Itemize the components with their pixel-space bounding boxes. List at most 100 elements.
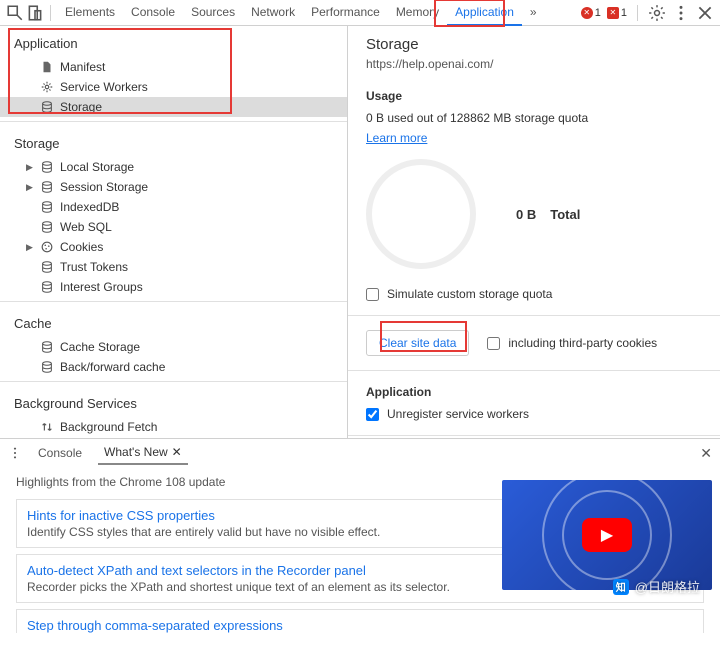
simulate-quota-checkbox[interactable]	[366, 288, 379, 301]
toolbar-right: ✕1 ✕1	[581, 4, 714, 22]
sidebar-item-label: Local Storage	[60, 160, 134, 174]
sidebar-item-label: Background Fetch	[60, 420, 157, 434]
third-party-checkbox[interactable]	[487, 337, 500, 350]
sidebar-item-cache-storage[interactable]: Cache Storage	[0, 337, 347, 357]
expand-icon[interactable]: ▶	[26, 182, 34, 193]
divider	[0, 381, 347, 382]
issue-badge[interactable]: ✕1	[607, 7, 627, 19]
expand-icon[interactable]: ▶	[26, 242, 34, 253]
main-panel: Application Manifest Service Workers Storag…	[0, 26, 720, 438]
db-icon	[40, 200, 54, 214]
drawer-tab-whatsnew[interactable]: What's New ✕	[98, 441, 188, 465]
usage-value: 0 B	[516, 207, 536, 222]
sidebar-item-indexeddb[interactable]: IndexedDB	[0, 197, 347, 217]
application-heading: Application	[366, 385, 702, 399]
watermark: 知 @日朗格拉	[613, 577, 700, 596]
sidebar-item-session-storage[interactable]: ▶Session Storage	[0, 177, 347, 197]
play-icon: ▶	[582, 518, 632, 552]
usage-total-label: 0 B Total	[516, 207, 580, 222]
watermark-text: @日朗格拉	[635, 577, 700, 596]
db-icon	[40, 280, 54, 294]
drawer: Console What's New ✕ ✕ Highlights from t…	[0, 438, 720, 598]
sidebar-item-label: Service Workers	[60, 80, 148, 94]
learn-more-link[interactable]: Learn more	[366, 131, 427, 145]
sidebar-item-label: Manifest	[60, 60, 105, 74]
tab-performance[interactable]: Performance	[303, 0, 388, 26]
sidebar-item-web-sql[interactable]: Web SQL	[0, 217, 347, 237]
kebab-icon[interactable]	[8, 444, 22, 462]
drawer-tab-label: What's New	[104, 445, 168, 459]
sidebar-item-back-forward-cache[interactable]: Back/forward cache	[0, 357, 347, 377]
usage-ring-chart	[366, 159, 476, 269]
sidebar-item-label: Cache Storage	[60, 340, 140, 354]
drawer-tab-console[interactable]: Console	[32, 442, 88, 464]
tab-sources[interactable]: Sources	[183, 0, 243, 26]
gear-icon[interactable]	[648, 4, 666, 22]
file-icon	[40, 60, 54, 74]
tabs-more[interactable]: »	[522, 0, 545, 26]
tab-application[interactable]: Application	[447, 0, 522, 26]
hint-card[interactable]: Step through comma-separated expressions	[16, 609, 704, 633]
inspect-icon[interactable]	[6, 4, 24, 22]
divider	[348, 370, 720, 371]
devtools-toolbar: Elements Console Sources Network Perform…	[0, 0, 720, 26]
drawer-close-icon[interactable]: ✕	[700, 445, 712, 462]
sidebar-section-heading: Storage	[0, 126, 347, 157]
close-icon[interactable]: ✕	[172, 445, 182, 459]
close-icon[interactable]	[696, 4, 714, 22]
sidebar-item-trust-tokens[interactable]: Trust Tokens	[0, 257, 347, 277]
clear-site-data-button[interactable]: Clear site data	[366, 330, 469, 356]
third-party-label: including third-party cookies	[508, 336, 657, 350]
clear-row: Clear site data including third-party co…	[366, 330, 702, 356]
simulate-quota-row: Simulate custom storage quota	[366, 287, 702, 301]
tab-memory[interactable]: Memory	[388, 0, 447, 26]
sidebar-item-storage[interactable]: Storage	[0, 97, 347, 117]
simulate-quota-label: Simulate custom storage quota	[387, 287, 552, 301]
usage-chart-row: 0 B Total	[366, 159, 702, 269]
zhihu-icon: 知	[613, 579, 629, 595]
db-icon	[40, 180, 54, 194]
hint-title: Step through comma-separated expressions	[27, 618, 693, 633]
sidebar-item-label: Interest Groups	[60, 280, 143, 294]
sidebar-item-interest-groups[interactable]: Interest Groups	[0, 277, 347, 297]
sidebar-item-label: Storage	[60, 100, 102, 114]
sidebar-item-cookies[interactable]: ▶Cookies	[0, 237, 347, 257]
main-tabs: Elements Console Sources Network Perform…	[57, 0, 579, 26]
sidebar-item-label: Trust Tokens	[60, 260, 128, 274]
divider	[348, 435, 720, 436]
sidebar-section-heading: Application	[0, 26, 347, 57]
third-party-row: including third-party cookies	[487, 336, 657, 350]
divider	[0, 301, 347, 302]
error-badge[interactable]: ✕1	[581, 7, 601, 19]
usage-total-text: Total	[550, 207, 580, 222]
video-thumbnail[interactable]: ▶	[502, 480, 712, 590]
application-sidebar: Application Manifest Service Workers Storag…	[0, 26, 348, 438]
separator	[50, 5, 51, 21]
storage-content: Storage https://help.openai.com/ Usage 0…	[348, 26, 720, 438]
unregister-row: Unregister service workers	[366, 407, 702, 421]
sidebar-item-background-sync[interactable]: Background Sync	[0, 437, 347, 438]
db-icon	[40, 260, 54, 274]
usage-heading: Usage	[366, 89, 702, 103]
sidebar-item-manifest[interactable]: Manifest	[0, 57, 347, 77]
tab-network[interactable]: Network	[243, 0, 303, 26]
kebab-icon[interactable]	[672, 4, 690, 22]
tab-console[interactable]: Console	[123, 0, 183, 26]
unregister-checkbox[interactable]	[366, 408, 379, 421]
sidebar-item-local-storage[interactable]: ▶ Local Storage	[0, 157, 347, 177]
sidebar-item-service-workers[interactable]: Service Workers	[0, 77, 347, 97]
expand-icon[interactable]: ▶	[26, 162, 34, 173]
sidebar-section-heading: Cache	[0, 306, 347, 337]
gear-icon	[40, 80, 54, 94]
device-icon[interactable]	[26, 4, 44, 22]
page-url: https://help.openai.com/	[366, 57, 702, 71]
cookie-icon	[40, 240, 54, 254]
divider	[348, 315, 720, 316]
db-icon	[40, 100, 54, 114]
tab-elements[interactable]: Elements	[57, 0, 123, 26]
unregister-label: Unregister service workers	[387, 407, 529, 421]
sidebar-item-background-fetch[interactable]: Background Fetch	[0, 417, 347, 437]
db-icon	[40, 360, 54, 374]
sidebar-item-label: IndexedDB	[60, 200, 119, 214]
error-count: 1	[595, 7, 601, 19]
